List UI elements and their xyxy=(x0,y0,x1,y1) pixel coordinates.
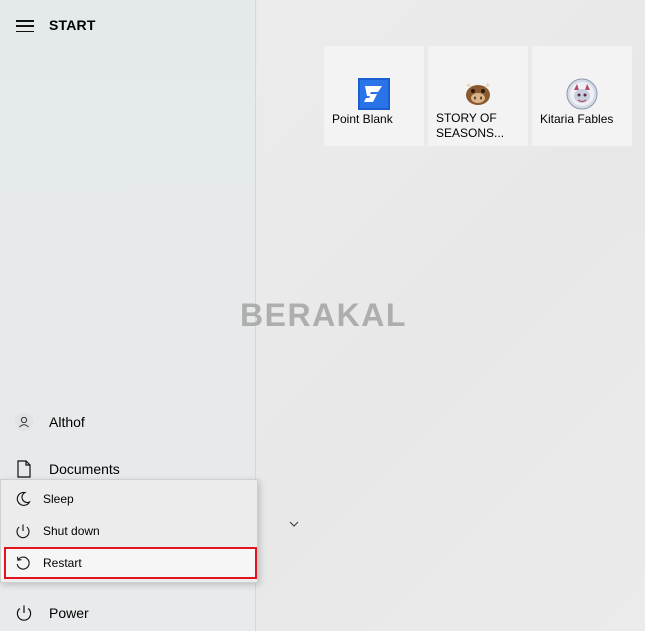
user-name: Althof xyxy=(49,414,85,430)
tile-story-of-seasons[interactable]: STORY OF SEASONS... xyxy=(428,46,528,146)
story-of-seasons-icon xyxy=(462,76,494,108)
tile-label: STORY OF SEASONS... xyxy=(436,111,505,140)
kitaria-fables-icon xyxy=(566,78,598,110)
user-account-item[interactable]: Althof xyxy=(0,402,256,442)
chevron-down-icon[interactable] xyxy=(287,517,301,531)
shutdown-option[interactable]: Shut down xyxy=(1,515,257,547)
sleep-option[interactable]: Sleep xyxy=(1,483,257,515)
document-icon xyxy=(14,459,34,479)
start-title: START xyxy=(49,17,96,33)
moon-icon xyxy=(14,490,32,508)
watermark: BERAKAL xyxy=(240,297,407,333)
power-item[interactable]: Power xyxy=(0,593,256,631)
tile-label: Kitaria Fables xyxy=(540,112,614,126)
power-icon xyxy=(14,603,34,623)
documents-label: Documents xyxy=(49,461,120,477)
avatar xyxy=(14,412,34,432)
tile-kitaria-fables[interactable]: Kitaria Fables xyxy=(532,46,632,146)
power-icon xyxy=(14,522,32,540)
restart-highlight-box xyxy=(4,547,257,579)
hamburger-menu-icon[interactable] xyxy=(15,18,35,34)
sleep-label: Sleep xyxy=(43,492,74,506)
point-blank-icon xyxy=(358,78,390,110)
shutdown-label: Shut down xyxy=(43,524,100,538)
power-menu: Sleep Shut down Restart xyxy=(0,479,258,583)
tile-label: Point Blank xyxy=(332,112,393,126)
tile-point-blank[interactable]: Point Blank xyxy=(324,46,424,146)
power-label: Power xyxy=(49,605,89,621)
